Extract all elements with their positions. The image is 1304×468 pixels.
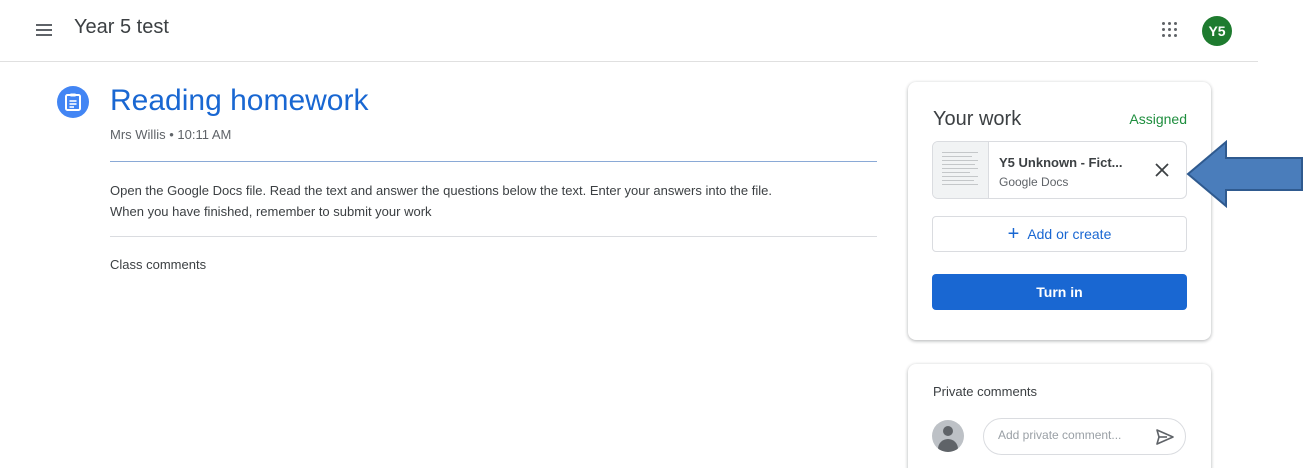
account-avatar[interactable]: Y5 [1202,16,1232,46]
person-icon [932,420,964,452]
instruction-line: When you have finished, remember to subm… [110,204,432,219]
send-icon[interactable] [1155,428,1175,446]
title-divider [110,161,877,162]
close-icon[interactable] [1152,160,1172,180]
private-comments-card: Private comments [908,364,1211,468]
content-divider [110,236,877,237]
attachment-type: Google Docs [999,175,1069,189]
assignment-title: Reading homework [110,84,369,117]
turn-in-button[interactable]: Turn in [932,274,1187,310]
your-work-card: Your work Assigned Y5 Unknown - Fict... … [908,82,1211,340]
document-thumbnail [933,142,989,198]
apps-icon[interactable] [1160,20,1180,40]
status-badge: Assigned [1129,111,1187,127]
private-comment-field[interactable] [983,418,1186,455]
add-or-create-label: Add or create [1027,226,1112,242]
add-or-create-button[interactable]: + Add or create [932,216,1187,252]
plus-icon: + [1007,223,1020,245]
arrow-icon [1186,139,1304,209]
private-comment-input[interactable] [998,428,1148,442]
your-work-title: Your work [933,108,1022,130]
assignment-icon [57,86,89,118]
assignment-instructions: Open the Google Docs file. Read the text… [110,180,877,222]
class-comments-label: Class comments [110,257,207,272]
attachment-item[interactable]: Y5 Unknown - Fict... Google Docs [932,141,1187,199]
attachment-name: Y5 Unknown - Fict... [999,155,1123,170]
top-bar: Year 5 test Y5 [0,0,1258,62]
instruction-line: Open the Google Docs file. Read the text… [110,183,772,198]
class-title[interactable]: Year 5 test [74,16,169,39]
private-comments-title: Private comments [933,384,1038,399]
assignment-meta: Mrs Willis • 10:11 AM [110,127,232,142]
menu-icon[interactable] [36,20,54,38]
